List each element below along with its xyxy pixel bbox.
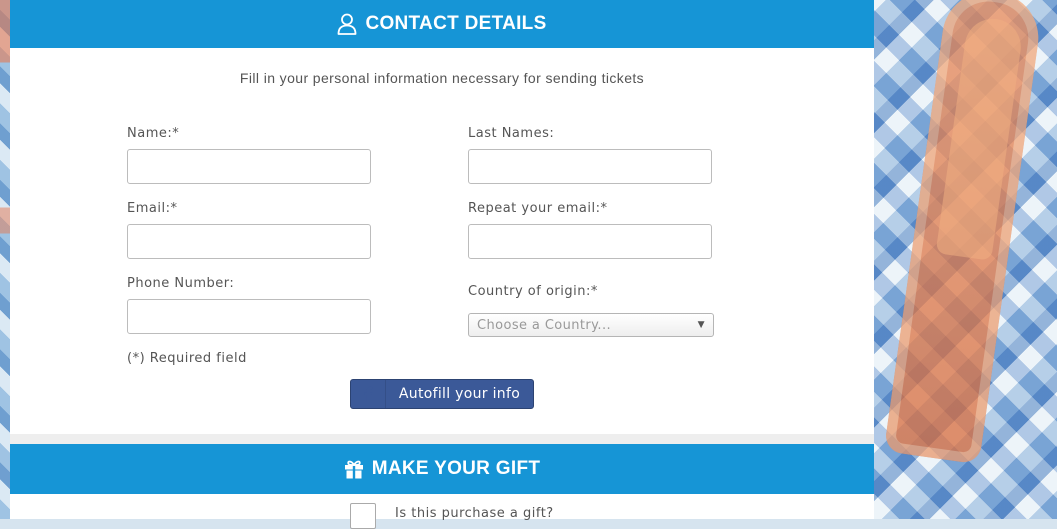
background-mosaic-left bbox=[0, 0, 10, 519]
email-label: Email:* bbox=[127, 201, 178, 216]
gift-checkbox[interactable] bbox=[350, 503, 376, 529]
checkout-panel: CONTACT DETAILS Fill in your personal in… bbox=[10, 0, 874, 529]
name-field[interactable] bbox=[127, 149, 371, 184]
caret-down-icon: ▼ bbox=[697, 320, 705, 330]
country-label: Country of origin:* bbox=[468, 284, 598, 299]
name-label: Name:* bbox=[127, 126, 180, 141]
autofill-button-label: Autofill your info bbox=[398, 386, 521, 402]
last-names-field[interactable] bbox=[468, 149, 712, 184]
country-select[interactable]: Choose a Country... ▼ bbox=[468, 313, 714, 337]
user-icon bbox=[337, 13, 357, 35]
phone-field[interactable] bbox=[127, 299, 371, 334]
contact-subtitle: Fill in your personal information necess… bbox=[239, 70, 645, 86]
repeat-email-field[interactable] bbox=[468, 224, 712, 259]
background-mosaic-right bbox=[874, 0, 1057, 519]
section-separator bbox=[10, 434, 874, 444]
phone-label: Phone Number: bbox=[127, 276, 235, 291]
repeat-email-label: Repeat your email:* bbox=[468, 201, 608, 216]
email-field[interactable] bbox=[127, 224, 371, 259]
gift-icon bbox=[344, 459, 364, 479]
autofill-button[interactable]: Autofill your info bbox=[350, 379, 534, 409]
country-select-placeholder: Choose a Country... bbox=[477, 317, 612, 333]
required-field-note: (*) Required field bbox=[127, 351, 247, 366]
facebook-icon bbox=[351, 380, 386, 408]
last-names-label: Last Names: bbox=[468, 126, 555, 141]
contact-details-header: CONTACT DETAILS bbox=[10, 0, 874, 48]
make-gift-title: MAKE YOUR GIFT bbox=[371, 458, 541, 479]
contact-details-title: CONTACT DETAILS bbox=[365, 13, 547, 34]
make-gift-header: MAKE YOUR GIFT bbox=[10, 444, 874, 494]
